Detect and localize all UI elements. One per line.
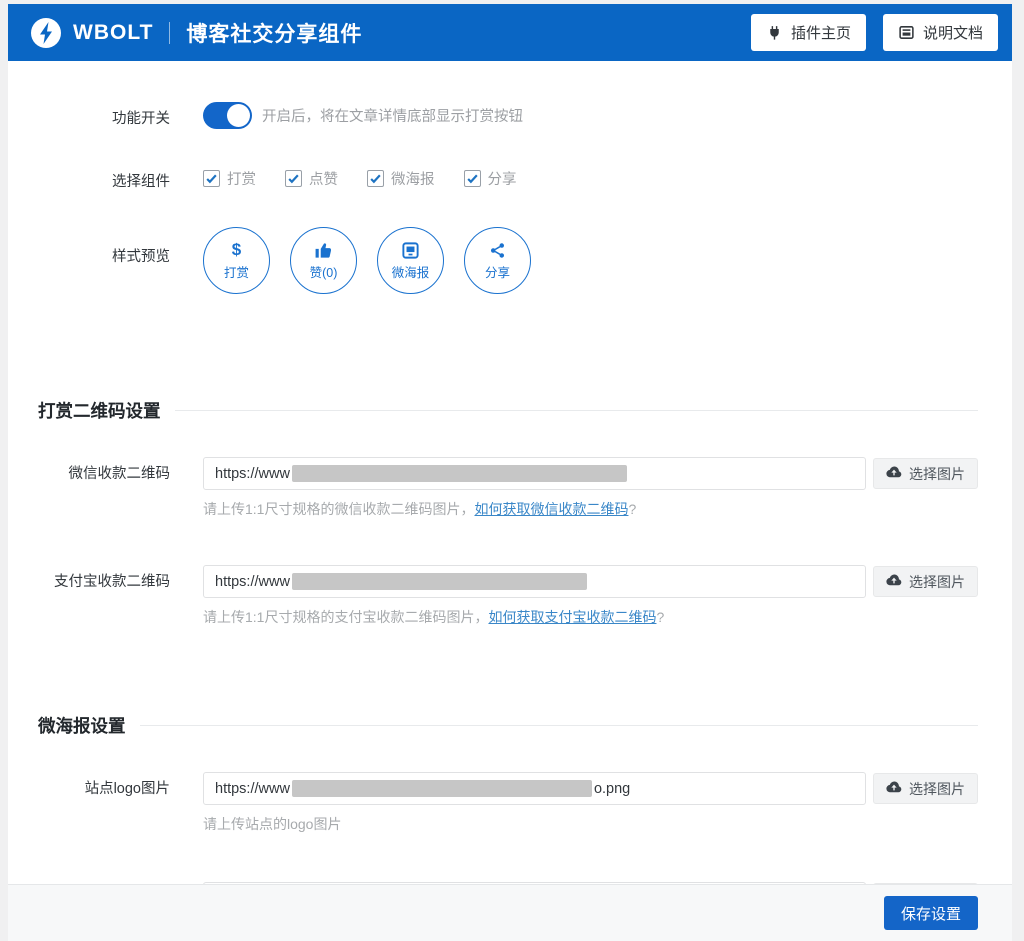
site-logo-row: 站点logo图片 https://www o.png 选择 bbox=[30, 772, 978, 834]
wechat-pick-image-button[interactable]: 选择图片 bbox=[873, 458, 978, 489]
redacted-text bbox=[292, 465, 627, 482]
wechat-qr-input[interactable]: https://www bbox=[203, 457, 866, 490]
footer-bar: 保存设置 bbox=[8, 884, 1012, 941]
plugin-home-button[interactable]: 插件主页 bbox=[751, 14, 866, 51]
cloud-upload-icon bbox=[886, 464, 902, 483]
redacted-text bbox=[292, 573, 587, 590]
checkbox-item-fenxiang: 分享 bbox=[464, 168, 517, 189]
site-logo-label: 站点logo图片 bbox=[30, 772, 170, 834]
wbolt-logo-icon bbox=[30, 17, 62, 49]
wechat-qr-hint: 请上传1:1尺寸规格的微信收款二维码图片，如何获取微信收款二维码? bbox=[203, 499, 978, 519]
wechat-qr-row: 微信收款二维码 https://www 选择图片 bbox=[30, 457, 978, 519]
alipay-pick-image-button[interactable]: 选择图片 bbox=[873, 566, 978, 597]
page-title: 博客社交分享组件 bbox=[186, 18, 362, 48]
save-settings-button[interactable]: 保存设置 bbox=[884, 896, 978, 930]
function-switch-hint: 开启后，将在文章详情底部显示打赏按钮 bbox=[262, 105, 523, 126]
alipay-qr-input[interactable]: https://www bbox=[203, 565, 866, 598]
checkbox-item-dashang: 打赏 bbox=[203, 168, 256, 189]
function-switch-toggle[interactable] bbox=[203, 102, 252, 129]
site-logo-hint: 请上传站点的logo图片 bbox=[203, 814, 978, 834]
section-title-poster: 微海报设置 bbox=[38, 713, 978, 738]
brand-name: WBOLT bbox=[73, 21, 153, 45]
preview-reward-button[interactable]: $ 打赏 bbox=[203, 227, 270, 294]
redacted-text bbox=[292, 780, 592, 797]
preview-poster-button[interactable]: 微海报 bbox=[377, 227, 444, 294]
header-divider bbox=[169, 22, 170, 44]
checkbox-dashang[interactable] bbox=[203, 170, 220, 187]
checkbox-weihaibao[interactable] bbox=[367, 170, 384, 187]
preview-row: 样式预览 $ 打赏 赞(0) bbox=[30, 227, 978, 294]
function-switch-label: 功能开关 bbox=[30, 102, 170, 129]
docs-button[interactable]: 说明文档 bbox=[883, 14, 998, 51]
alipay-qr-help-link[interactable]: 如何获取支付宝收款二维码 bbox=[488, 609, 656, 625]
components-label: 选择组件 bbox=[30, 165, 170, 191]
components-row: 选择组件 打赏 点赞 bbox=[30, 165, 978, 191]
toggle-knob bbox=[227, 104, 250, 127]
plugin-settings-page: WBOLT 博客社交分享组件 插件主页 说明文档 bbox=[8, 4, 1012, 941]
section-divider bbox=[175, 410, 979, 411]
plug-icon bbox=[766, 24, 783, 41]
preview-share-button[interactable]: 分享 bbox=[464, 227, 531, 294]
preview-label: 样式预览 bbox=[30, 227, 170, 294]
settings-content: 功能开关 开启后，将在文章详情底部显示打赏按钮 选择组件 打赏 bbox=[8, 61, 1012, 884]
wechat-qr-label: 微信收款二维码 bbox=[30, 457, 170, 519]
document-icon bbox=[898, 24, 915, 41]
alipay-qr-label: 支付宝收款二维码 bbox=[30, 565, 170, 627]
alipay-qr-row: 支付宝收款二维码 https://www 选择图片 bbox=[30, 565, 978, 627]
checkbox-fenxiang[interactable] bbox=[464, 170, 481, 187]
thumb-up-icon bbox=[314, 240, 333, 260]
site-logo-input[interactable]: https://www o.png bbox=[203, 772, 866, 805]
poster-icon bbox=[401, 240, 420, 260]
checkbox-item-dianzan: 点赞 bbox=[285, 168, 338, 189]
section-title-reward-qr: 打赏二维码设置 bbox=[38, 398, 978, 423]
share-icon bbox=[489, 240, 506, 260]
cloud-upload-icon bbox=[886, 779, 902, 798]
function-switch-row: 功能开关 开启后，将在文章详情底部显示打赏按钮 bbox=[30, 102, 978, 129]
cloud-upload-icon bbox=[886, 572, 902, 591]
header-bar: WBOLT 博客社交分享组件 插件主页 说明文档 bbox=[8, 4, 1012, 61]
dollar-icon: $ bbox=[232, 240, 241, 260]
site-logo-pick-image-button[interactable]: 选择图片 bbox=[873, 773, 978, 804]
checkbox-dianzan[interactable] bbox=[285, 170, 302, 187]
section-divider bbox=[140, 725, 979, 726]
preview-like-button[interactable]: 赞(0) bbox=[290, 227, 357, 294]
checkbox-item-weihaibao: 微海报 bbox=[367, 168, 435, 189]
wechat-qr-help-link[interactable]: 如何获取微信收款二维码 bbox=[474, 501, 628, 517]
alipay-qr-hint: 请上传1:1尺寸规格的支付宝收款二维码图片，如何获取支付宝收款二维码? bbox=[203, 607, 978, 627]
